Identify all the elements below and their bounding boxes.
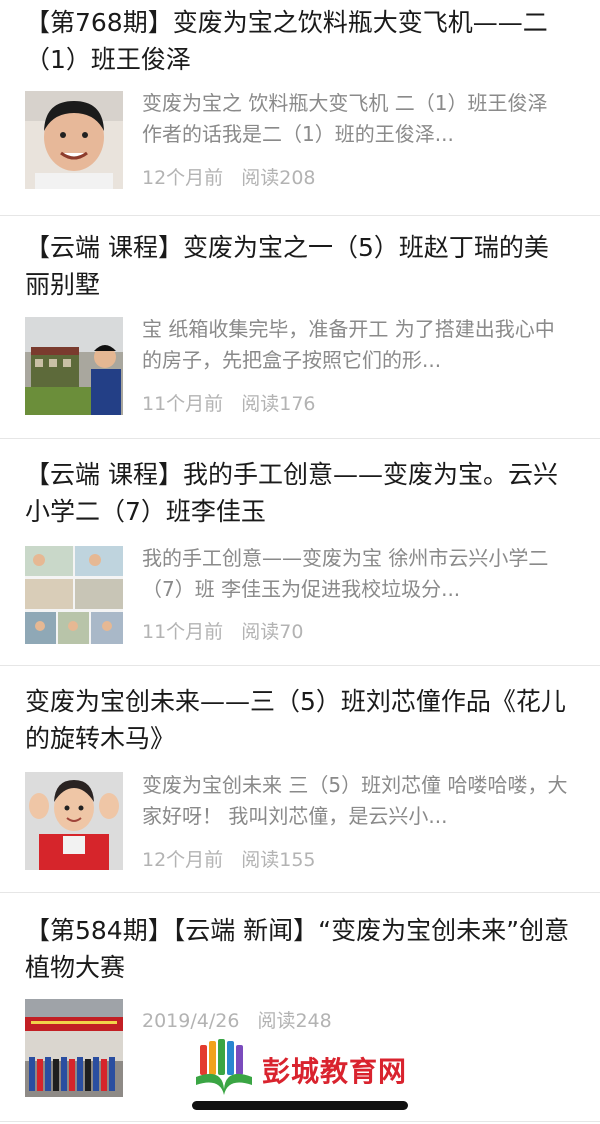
home-indicator[interactable] — [192, 1101, 408, 1110]
article-reads: 阅读70 — [241, 621, 304, 643]
article-title[interactable]: 【第768期】变废为宝之饮料瓶大变飞机——二（1）班王俊泽 — [25, 4, 573, 78]
article-meta: 2019/4/26 阅读248 — [142, 1006, 344, 1033]
article-thumbnail[interactable] — [25, 772, 123, 870]
article-title[interactable]: 【云端 课程】变废为宝之一（5）班赵丁瑞的美丽别墅 — [25, 229, 573, 303]
article-thumbnail[interactable] — [25, 317, 123, 415]
article-snippet: 宝 纸箱收集完毕，准备开工 为了搭建出我心中的房子，先把盒子按照它们的形... — [142, 317, 555, 372]
book-logo-icon — [194, 1039, 254, 1101]
article-thumbnail[interactable] — [25, 91, 123, 189]
article-time: 11个月前 — [142, 393, 224, 415]
article-time: 12个月前 — [142, 167, 224, 189]
article-thumbnail[interactable] — [25, 546, 123, 644]
article-meta: 11个月前 阅读176 — [142, 389, 328, 416]
article-reads: 阅读155 — [241, 849, 316, 871]
watermark-text: 彭城教育网 — [262, 1055, 408, 1088]
article-time: 12个月前 — [142, 849, 224, 871]
article-title[interactable]: 【云端 课程】我的手工创意——变废为宝。云兴小学二（7）班李佳玉 — [25, 456, 573, 530]
article-item[interactable]: 【第768期】变废为宝之饮料瓶大变飞机——二（1）班王俊泽 变废为宝之 饮料瓶大… — [0, 0, 600, 216]
article-reads: 阅读176 — [241, 393, 316, 415]
article-thumbnail[interactable] — [25, 999, 123, 1097]
article-item[interactable]: 【云端 课程】变废为宝之一（5）班赵丁瑞的美丽别墅 宝 纸箱收集完毕，准备开工 … — [0, 216, 600, 439]
article-reads: 阅读208 — [241, 167, 316, 189]
article-item[interactable]: 变废为宝创未来——三（5）班刘芯僮作品《花儿的旋转木马》 变废为宝创未来 三（5… — [0, 666, 600, 893]
article-meta: 11个月前 阅读70 — [142, 617, 315, 644]
article-snippet: 变废为宝之 饮料瓶大变飞机 二（1）班王俊泽 作者的话我是二（1）班的王俊泽..… — [142, 91, 548, 146]
article-title[interactable]: 变废为宝创未来——三（5）班刘芯僮作品《花儿的旋转木马》 — [25, 683, 573, 757]
article-item[interactable]: 【云端 课程】我的手工创意——变废为宝。云兴小学二（7）班李佳玉 我的手工创意—… — [0, 439, 600, 666]
watermark: 彭城教育网 — [194, 1039, 424, 1101]
article-meta: 12个月前 阅读155 — [142, 845, 328, 872]
article-time: 11个月前 — [142, 621, 224, 643]
article-meta: 12个月前 阅读208 — [142, 163, 328, 190]
article-snippet: 变废为宝创未来 三（5）班刘芯僮 哈喽哈喽，大家好呀！ 我叫刘芯僮，是云兴小..… — [142, 773, 568, 828]
article-snippet: 我的手工创意——变废为宝 徐州市云兴小学二（7）班 李佳玉为促进我校垃圾分... — [142, 546, 549, 601]
article-title[interactable]: 【第584期】【云端 新闻】“变废为宝创未来”创意植物大赛 — [25, 912, 573, 986]
article-reads: 阅读248 — [257, 1010, 332, 1032]
article-list: 【第768期】变废为宝之饮料瓶大变飞机——二（1）班王俊泽 变废为宝之 饮料瓶大… — [0, 0, 600, 1122]
article-time: 2019/4/26 — [142, 1010, 240, 1032]
